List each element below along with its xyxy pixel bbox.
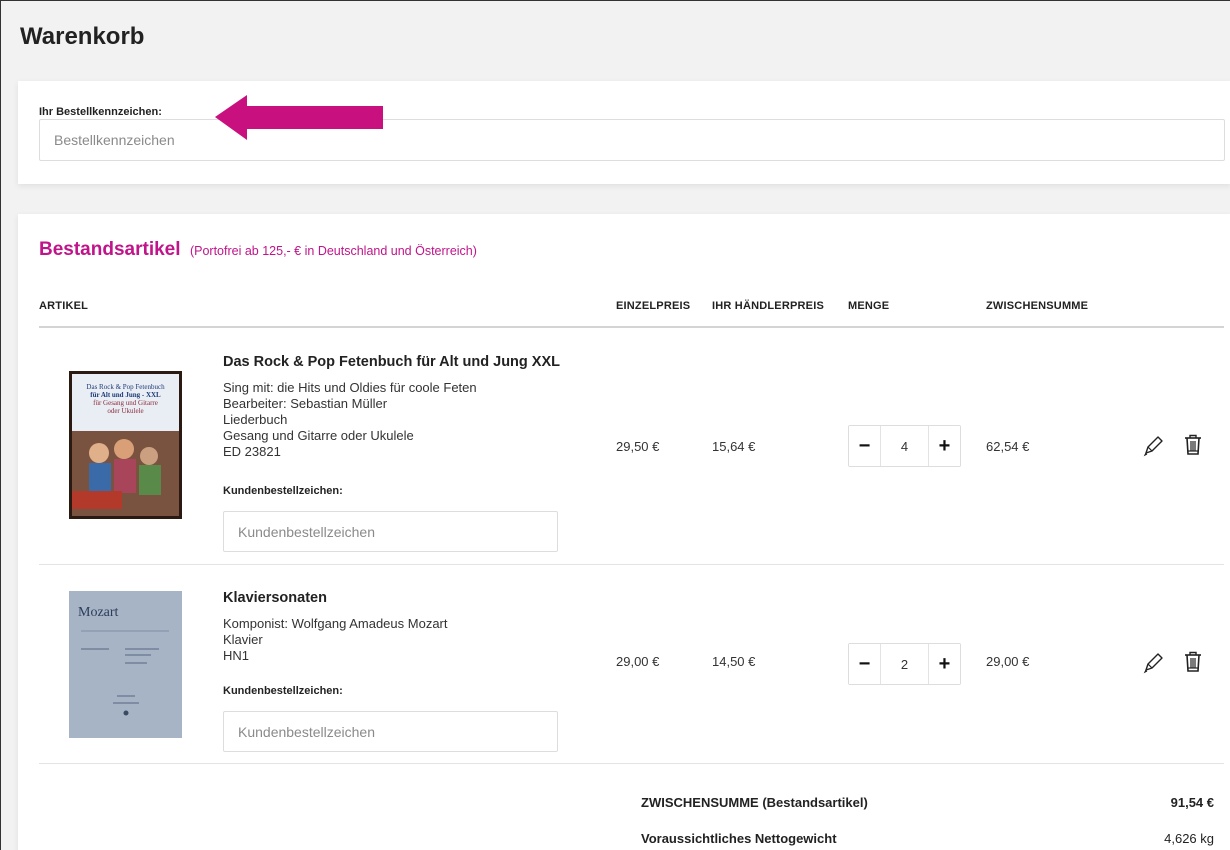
row-divider (39, 763, 1224, 764)
section-title: Bestandsartikel (39, 239, 181, 260)
customer-reference-label: Kundenbestellzeichen: (223, 485, 343, 497)
product-title[interactable]: Das Rock & Pop Fetenbuch für Alt und Jun… (223, 354, 560, 370)
pencil-icon[interactable] (1142, 651, 1164, 675)
header-divider (39, 326, 1224, 328)
line-subtotal: 29,00 € (986, 654, 1030, 669)
increase-quantity-button[interactable]: + (929, 644, 960, 684)
line-subtotal: 62,54 € (986, 439, 1030, 454)
product-title[interactable]: Klaviersonaten (223, 590, 327, 606)
col-artikel: ARTIKEL (39, 300, 89, 312)
customer-reference-input[interactable] (223, 711, 558, 752)
cover-title-line: Das Rock & Pop Fetenbuch (86, 383, 165, 391)
decrease-quantity-button[interactable]: − (849, 426, 880, 466)
trash-icon[interactable] (1182, 650, 1204, 674)
weight-value: 4,626 kg (1164, 831, 1214, 846)
dealer-price: 15,64 € (712, 439, 756, 454)
page-title: Warenkorb (20, 23, 145, 50)
dealer-price: 14,50 € (712, 654, 756, 669)
quantity-value[interactable]: 2 (880, 644, 929, 684)
section-header: Bestandsartikel (Portofrei ab 125,- € in… (39, 239, 477, 261)
quantity-value[interactable]: 4 (880, 426, 929, 466)
cover-title-line: für Alt und Jung - XXL (90, 391, 161, 399)
product-desc-line: Sing mit: die Hits und Oldies für coole … (223, 380, 477, 395)
order-reference-card: Ihr Bestellkennzeichen: (18, 81, 1230, 184)
product-desc-line: Bearbeiter: Sebastian Müller (223, 396, 388, 411)
pencil-icon[interactable] (1142, 434, 1164, 458)
quantity-stepper: − 4 + (848, 425, 961, 467)
cover-title-line: oder Ukulele (107, 407, 144, 415)
unit-price: 29,00 € (616, 654, 660, 669)
col-einzelpreis: EINZELPREIS (616, 300, 691, 312)
col-haendlerpreis: IHR HÄNDLERPREIS (712, 300, 824, 312)
cart-card: Bestandsartikel (Portofrei ab 125,- € in… (18, 214, 1230, 850)
customer-reference-input[interactable] (223, 511, 558, 552)
unit-price: 29,50 € (616, 439, 660, 454)
product-desc-line: Komponist: Wolfgang Amadeus Mozart (223, 616, 448, 631)
order-reference-label: Ihr Bestellkennzeichen: (39, 106, 162, 118)
shipping-note: (Portofrei ab 125,- € in Deutschland und… (189, 244, 477, 258)
subtotal-label: ZWISCHENSUMME (Bestandsartikel) (641, 795, 868, 810)
col-zwischensumme: ZWISCHENSUMME (986, 300, 1089, 312)
product-cover-image: Das Rock & Pop Fetenbuch für Alt und Jun… (69, 371, 182, 519)
increase-quantity-button[interactable]: + (929, 426, 960, 466)
product-desc-line: Gesang und Gitarre oder Ukulele (223, 428, 414, 443)
product-desc-line: Liederbuch (223, 412, 288, 427)
row-divider (39, 564, 1224, 565)
trash-icon[interactable] (1182, 433, 1204, 457)
product-cover-image: Mozart (69, 591, 182, 738)
quantity-stepper: − 2 + (848, 643, 961, 685)
customer-reference-label: Kundenbestellzeichen: (223, 685, 343, 697)
decrease-quantity-button[interactable]: − (849, 644, 880, 684)
cover-title-line: Mozart (78, 605, 119, 620)
product-desc-line: ED 23821 (223, 444, 281, 459)
arrow-left-icon (215, 95, 383, 140)
col-menge: MENGE (848, 300, 890, 312)
cover-title-line: für Gesang und Gitarre (93, 399, 158, 407)
product-desc-line: HN1 (223, 648, 250, 663)
weight-label: Voraussichtliches Nettogewicht (641, 831, 837, 846)
product-desc-line: Klavier (223, 632, 263, 647)
subtotal-value: 91,54 € (1170, 795, 1214, 810)
